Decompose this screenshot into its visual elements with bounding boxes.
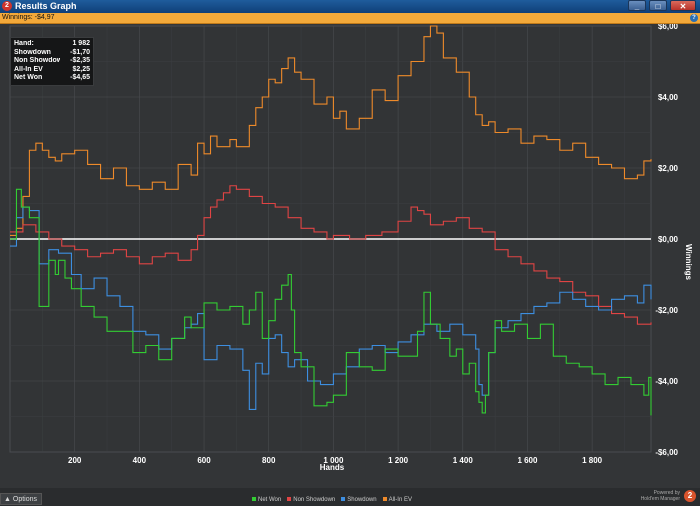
window-title: Results Graph: [15, 1, 77, 11]
y-tick-label: $0,00: [658, 235, 679, 244]
stat-value: -$2,35: [70, 57, 90, 64]
legend-swatch: [382, 497, 387, 502]
x-tick-label: 400: [133, 456, 147, 465]
chart-legend: Net Won Non Showdown Showdown All-In EV: [252, 497, 418, 503]
x-tick-label: 1 600: [517, 456, 538, 465]
stat-label: Showdown: [14, 48, 51, 56]
stat-value: 1 982: [72, 40, 90, 47]
legend-swatch: [287, 497, 292, 502]
y-tick-label: $6,00: [658, 24, 679, 31]
minimize-button[interactable]: _: [628, 0, 646, 11]
x-axis-label: Hands: [320, 463, 345, 472]
legend-swatch: [341, 497, 346, 502]
stat-row: All-In EV $2,25: [11, 66, 93, 75]
x-tick-label: 800: [262, 456, 276, 465]
x-tick-label: 200: [68, 456, 82, 465]
close-button[interactable]: ✕: [670, 0, 696, 11]
brand-logo-icon: 2: [684, 490, 696, 502]
stat-label: Hand:: [14, 40, 34, 47]
stat-value: $2,25: [72, 65, 90, 73]
legend-item: Non Showdown: [287, 497, 335, 503]
legend-item: Showdown: [341, 497, 377, 503]
stat-label: Non Showdow: [14, 57, 60, 64]
y-tick-label: -$4,00: [655, 377, 678, 386]
legend-swatch: [252, 497, 256, 502]
stat-row: Showdown -$1,70: [11, 49, 93, 58]
winnings-summary: Winnings: -$4,97: [2, 14, 55, 21]
app-logo-icon: 2: [2, 1, 12, 11]
stat-row: Net Won -$4,65: [11, 74, 93, 83]
maximize-button[interactable]: □: [649, 0, 667, 11]
y-tick-label: -$2,00: [655, 306, 678, 315]
legend-label: All-In EV: [388, 497, 412, 503]
stat-label: Net Won: [14, 74, 43, 81]
legend-label: Net Won: [258, 497, 282, 503]
help-icon[interactable]: ?: [690, 14, 698, 22]
brand-name: Hold'em Manager: [640, 496, 680, 502]
options-label: Options: [12, 496, 38, 503]
stat-value: -$1,70: [70, 48, 90, 56]
x-tick-label: 1 800: [582, 456, 603, 465]
up-arrow-icon: ▲: [4, 496, 11, 503]
legend-item: All-In EV: [382, 497, 412, 503]
x-tick-label: 1 200: [388, 456, 409, 465]
x-tick-label: 600: [197, 456, 211, 465]
stat-value: -$4,65: [70, 74, 90, 81]
y-axis-label: Winnings: [684, 244, 693, 280]
stat-row: Hand: 1 982: [11, 40, 93, 49]
legend-label: Showdown: [347, 497, 377, 503]
brand-text: Powered by Hold'em Manager: [641, 490, 680, 502]
options-button[interactable]: ▲ Options: [0, 493, 42, 505]
results-chart: 200 400 600 800 1 000 1 200 1 400 1 600 1 800$6,…: [9, 24, 693, 472]
stats-box: Hand: 1 982 Showdown -$1,70 Non Showdow -$2,3…: [10, 37, 94, 86]
y-tick-label: $2,00: [658, 164, 679, 173]
stat-label: All-In EV: [14, 65, 43, 73]
summary-bar: Winnings: -$4,97 ?: [0, 13, 700, 24]
title-bar: 2 Results Graph _ □ ✕: [0, 0, 700, 13]
y-tick-label: $4,00: [658, 93, 679, 102]
x-tick-label: 1 400: [453, 456, 474, 465]
legend-item: Net Won: [252, 497, 281, 503]
stat-row: Non Showdow -$2,35: [11, 57, 93, 66]
y-tick-label: -$6,00: [655, 448, 678, 457]
bottom-bar: ▲ Options Net Won Non Showdown Showdown All…: [0, 488, 700, 506]
legend-label: Non Showdown: [293, 497, 336, 503]
